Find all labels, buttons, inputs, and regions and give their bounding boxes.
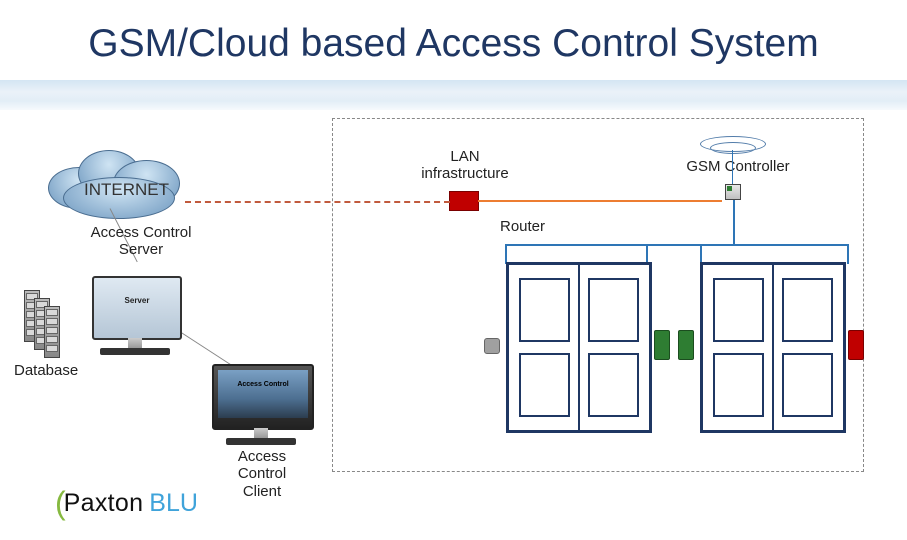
door-1-reader-right xyxy=(654,330,670,360)
door-1 xyxy=(506,262,652,433)
controller-label: GSM Controller xyxy=(678,158,798,175)
server-icon: Server xyxy=(92,276,182,340)
wire-ctrl-down xyxy=(733,200,735,244)
wire-bus-h xyxy=(505,244,849,246)
background-sky-band xyxy=(0,80,907,110)
wire-door1-drop-r xyxy=(646,244,648,264)
client-stand-neck xyxy=(254,428,268,438)
door-2-reader-left xyxy=(678,330,694,360)
router-icon xyxy=(449,191,479,211)
server-stand-neck xyxy=(128,338,142,348)
brand-logo: ( Paxton BLU xyxy=(55,485,198,522)
logo-sub: BLU xyxy=(149,489,198,518)
door-2 xyxy=(700,262,846,433)
wire-door2-drop-r xyxy=(847,244,849,264)
logo-brand: Paxton xyxy=(64,489,144,518)
database-rack-3 xyxy=(44,306,60,358)
door-1-exit-button xyxy=(484,338,500,354)
server-inner-label: Server xyxy=(94,278,180,305)
client-label: Access Control Client xyxy=(212,448,312,500)
lan-label: LAN infrastructure xyxy=(410,148,520,183)
wire-door1-drop xyxy=(505,244,507,264)
server-stand-base xyxy=(100,348,170,355)
router-to-controller-line xyxy=(478,200,722,202)
wire-door2-drop xyxy=(700,244,702,264)
antenna-stem xyxy=(732,150,733,184)
router-label: Router xyxy=(500,218,545,235)
antenna-ring-2 xyxy=(710,142,756,154)
page-title: GSM/Cloud based Access Control System xyxy=(0,22,907,66)
cloud-label: INTERNET xyxy=(84,180,169,200)
internet-link-line xyxy=(185,201,450,203)
client-inner-label: Access Control xyxy=(214,381,312,388)
door-2-reader-right xyxy=(848,330,864,360)
controller-device-icon xyxy=(725,184,741,200)
client-stand-base xyxy=(226,438,296,445)
database-label: Database xyxy=(14,362,78,379)
client-icon: Access Control xyxy=(212,364,314,430)
server-label: Access Control Server xyxy=(76,224,206,259)
